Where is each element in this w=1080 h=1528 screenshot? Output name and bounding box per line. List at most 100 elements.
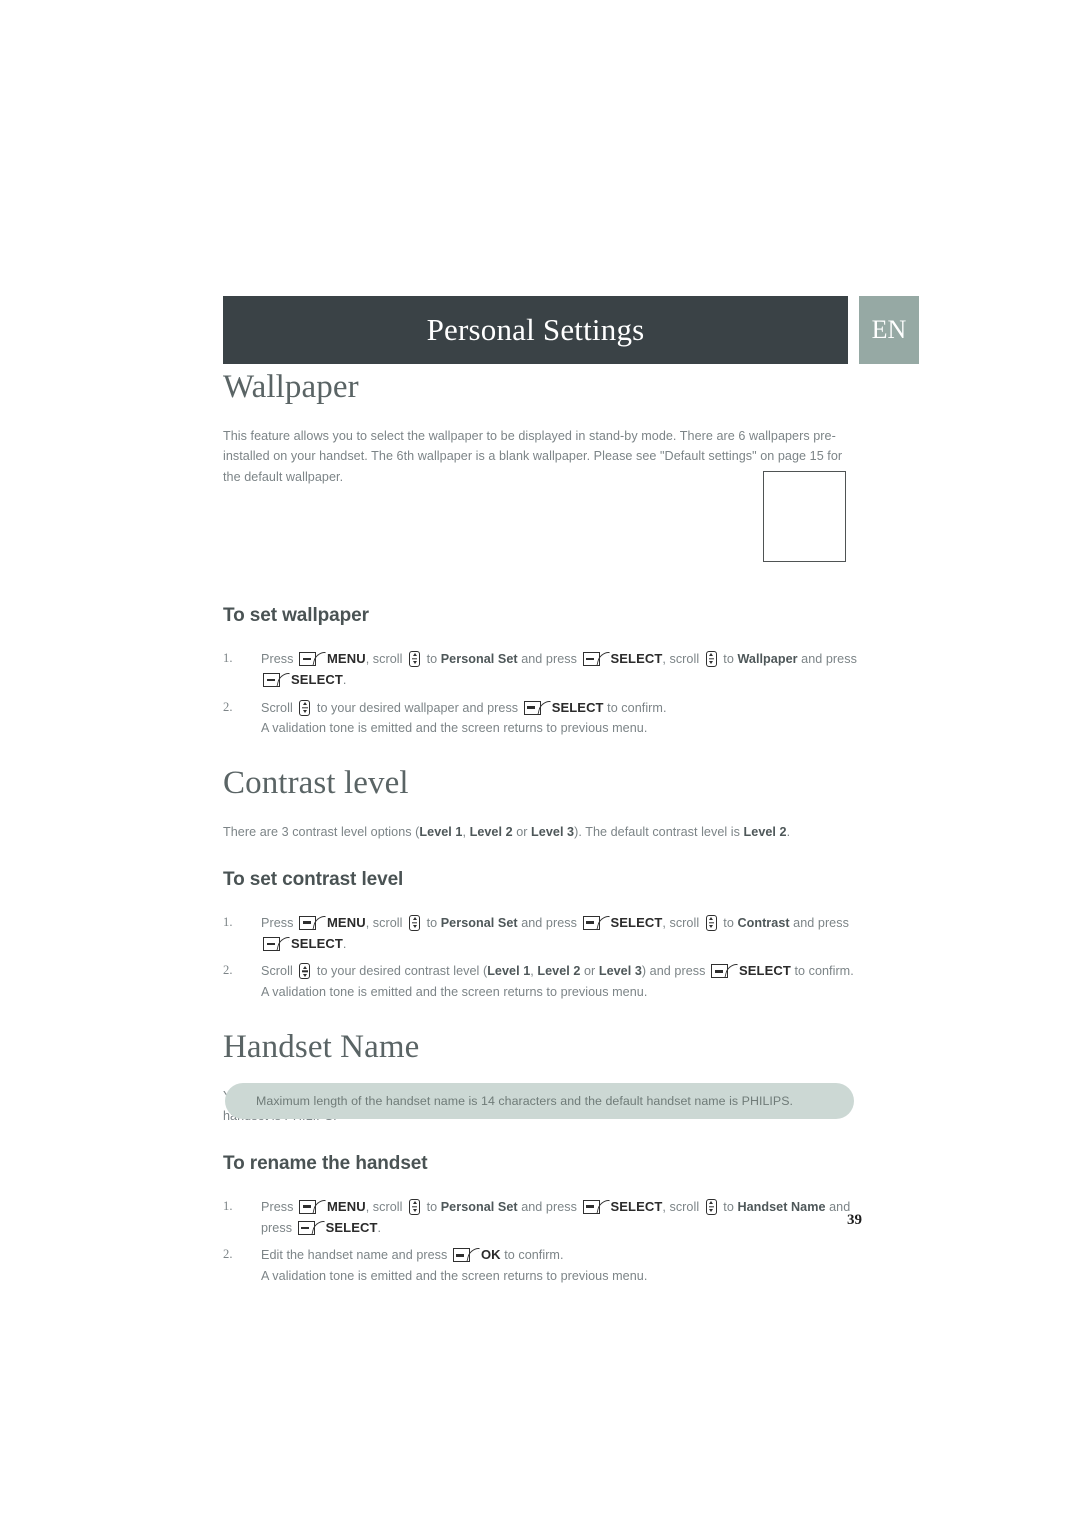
- key-label: MENU: [327, 650, 366, 666]
- contrast-intro-text: or: [512, 825, 532, 840]
- step-note: A validation tone is emitted and the scr…: [261, 984, 648, 999]
- step-text: , scroll: [365, 915, 407, 930]
- contrast-intro-text: .: [786, 825, 791, 840]
- softkey-icon: [263, 673, 290, 688]
- section-heading-handset-name: Handset Name: [223, 1029, 420, 1066]
- level-option: Level 2: [537, 964, 581, 979]
- step-item: 2. Edit the handset name and press OK to …: [223, 1244, 863, 1286]
- step-text: to: [423, 651, 441, 666]
- scroll-updown-icon: [705, 914, 717, 931]
- step-text: Press: [261, 915, 297, 930]
- step-text: and press: [789, 915, 849, 930]
- contrast-intro-paragraph: There are 3 contrast level options (Leve…: [223, 822, 863, 842]
- contrast-intro-text: ). The default contrast level is: [574, 825, 744, 840]
- step-number: 1.: [223, 914, 233, 929]
- step-text: to your desired wallpaper and press: [313, 700, 522, 715]
- scroll-updown-icon: [705, 650, 717, 667]
- step-text: , scroll: [662, 915, 703, 930]
- wallpaper-steps-list: 1. Press MENU, scroll to Personal Set and…: [223, 648, 863, 739]
- step-text: and press: [517, 915, 581, 930]
- softkey-icon: [711, 964, 738, 979]
- section-heading-contrast-level: Contrast level: [223, 765, 409, 802]
- softkey-icon: [299, 915, 326, 930]
- scroll-updown-icon: [409, 914, 421, 931]
- menu-item-name: Contrast: [737, 915, 790, 930]
- wallpaper-intro-page-ref: 15: [809, 449, 824, 464]
- step-note: A validation tone is emitted and the scr…: [261, 1268, 648, 1283]
- step-number: 2.: [223, 699, 233, 714]
- softkey-icon: [582, 651, 610, 666]
- level-option: Level 2: [469, 825, 513, 840]
- level-option: Level 1: [487, 964, 531, 979]
- subheading-to-rename-the-handset: To rename the handset: [223, 1152, 428, 1174]
- contrast-intro-text: There are 3 contrast level options (: [223, 825, 420, 840]
- step-text: to: [719, 651, 738, 666]
- step-item: 1. Press MENU, scroll to Personal Set and…: [223, 648, 863, 691]
- step-note: A validation tone is emitted and the scr…: [261, 721, 648, 736]
- step-text: Press: [261, 651, 297, 666]
- step-number: 2.: [223, 1247, 233, 1262]
- language-badge-label: EN: [871, 315, 907, 344]
- default-contrast-level: Level 2: [743, 825, 787, 840]
- step-text: and press: [517, 651, 581, 666]
- subheading-to-set-wallpaper: To set wallpaper: [223, 605, 369, 627]
- key-label: SELECT: [551, 699, 604, 715]
- header-title-bar: Personal Settings: [223, 296, 848, 364]
- step-text: to confirm.: [790, 964, 854, 979]
- tip-note-text: Maximum length of the handset name is 14…: [256, 1094, 794, 1108]
- softkey-icon: [582, 915, 610, 930]
- step-item: 1. Press MENU, scroll to Personal Set and…: [223, 912, 863, 955]
- contrast-steps-list: 1. Press MENU, scroll to Personal Set and…: [223, 912, 863, 1003]
- step-text: .: [342, 673, 347, 688]
- menu-item-name: Personal Set: [440, 915, 518, 930]
- step-text: Scroll: [261, 700, 297, 715]
- section-heading-wallpaper: Wallpaper: [223, 369, 359, 405]
- page-header: Personal Settings EN: [223, 296, 919, 364]
- menu-item-name: Personal Set: [440, 651, 518, 666]
- step-item: 2. Scroll to your desired wallpaper and p…: [223, 697, 863, 739]
- scroll-updown-icon: [409, 650, 421, 667]
- wallpaper-intro-part1: This feature allows you to select the wa…: [223, 428, 836, 464]
- scroll-updown-icon: [299, 963, 311, 980]
- level-option: Level 1: [419, 825, 463, 840]
- tip-note-box: Maximum length of the handset name is 14…: [225, 1083, 854, 1119]
- key-label: MENU: [327, 914, 366, 930]
- softkey-icon: [263, 936, 290, 951]
- step-text: to your desired contrast level (: [313, 964, 488, 979]
- step-text: Scroll: [261, 964, 297, 979]
- step-text: .: [342, 936, 347, 951]
- step-text: , scroll: [365, 651, 407, 666]
- level-option: Level 3: [531, 825, 575, 840]
- step-number: 1.: [223, 650, 233, 665]
- step-text: to confirm.: [500, 1248, 564, 1263]
- softkey-icon: [299, 651, 326, 666]
- step-text: or: [580, 964, 599, 979]
- menu-item-name: Wallpaper: [737, 651, 798, 666]
- step-text: Edit the handset name and press: [261, 1248, 451, 1263]
- key-label: SELECT: [739, 963, 791, 979]
- scroll-updown-icon: [299, 699, 311, 716]
- step-text: to: [719, 915, 738, 930]
- page-title: Personal Settings: [426, 312, 645, 347]
- key-label: OK: [480, 1247, 501, 1263]
- subheading-to-set-contrast-level: To set contrast level: [223, 868, 404, 890]
- key-label: SELECT: [610, 914, 663, 930]
- key-label: SELECT: [610, 650, 663, 666]
- manual-page: Personal Settings EN Wallpaper This feat…: [0, 0, 1080, 1528]
- key-label: SELECT: [291, 672, 343, 688]
- step-number: 2.: [223, 963, 233, 978]
- step-text: and press: [797, 651, 857, 666]
- contrast-intro-text: ,: [462, 825, 470, 840]
- handset-name-steps-list: 1. Press MENU, scroll to Personal Set and…: [223, 1196, 863, 1287]
- step-text: , scroll: [662, 651, 703, 666]
- page-content: Wallpaper This feature allows you to sel…: [223, 368, 863, 1286]
- step-item: 2. Scroll to your desired contrast level …: [223, 960, 863, 1002]
- step-text: to: [423, 915, 441, 930]
- key-label: SELECT: [291, 935, 343, 951]
- wallpaper-intro-paragraph: This feature allows you to select the wa…: [223, 426, 863, 487]
- softkey-icon: [452, 1248, 480, 1263]
- language-badge: EN: [859, 296, 919, 364]
- step-text: to confirm.: [603, 700, 667, 715]
- step-text: ) and press: [641, 964, 709, 979]
- page-number: 39: [847, 1212, 862, 1228]
